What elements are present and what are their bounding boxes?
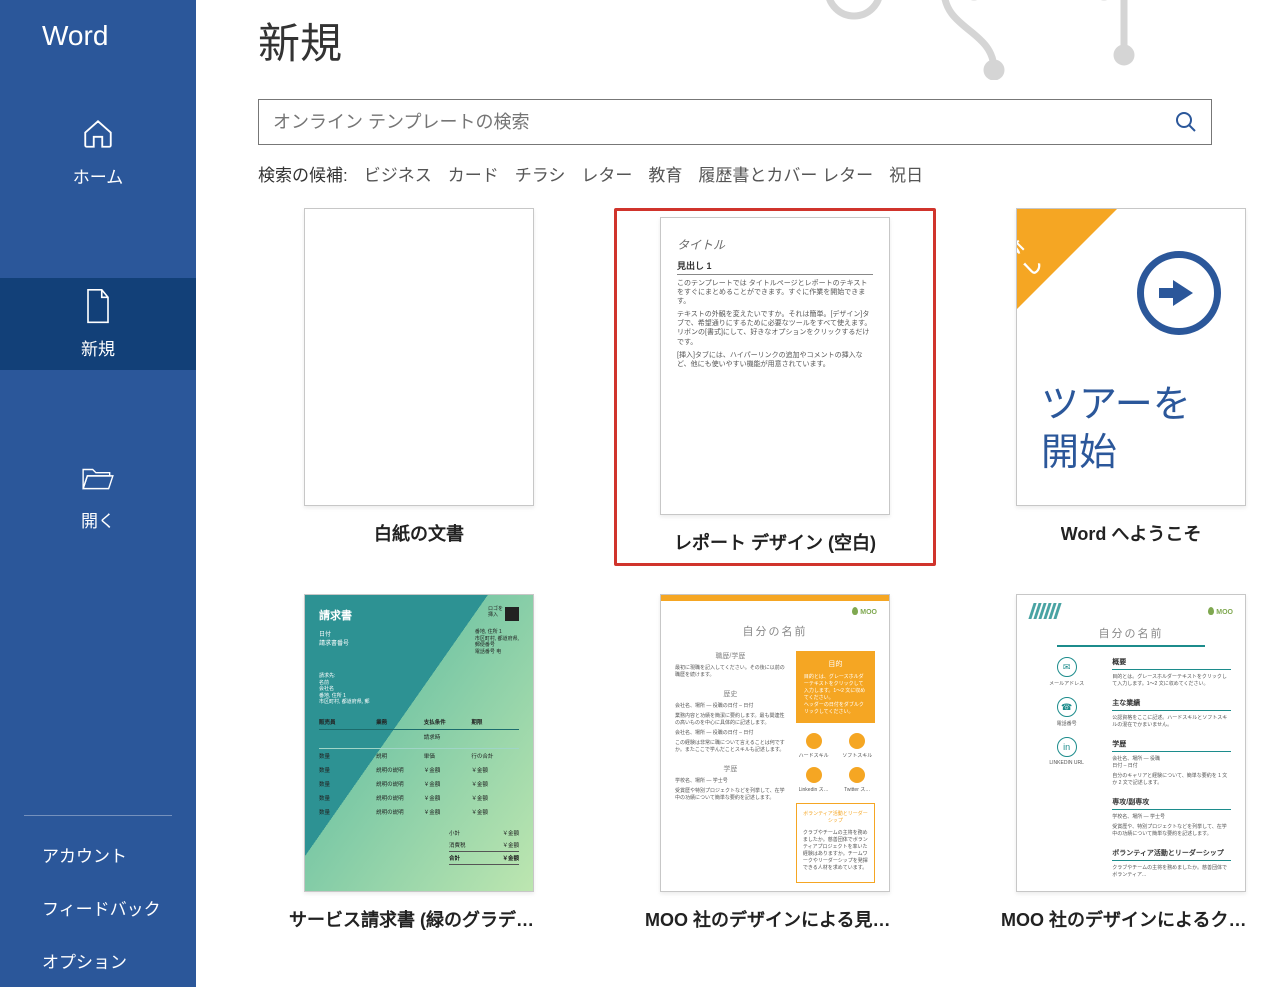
main-area: 新規 検索の候補: ビジネス カード チラシ レター 教育 履歴書とカバー レタ… bbox=[196, 0, 1274, 987]
search-box bbox=[258, 99, 1212, 145]
sidebar-account[interactable]: アカウント bbox=[0, 828, 196, 881]
sidebar-divider bbox=[24, 815, 172, 816]
sidebar-feedback[interactable]: フィードバック bbox=[0, 881, 196, 934]
sidebar: Word ホーム 新規 開く アカウント フィードバック オプション bbox=[0, 0, 196, 987]
template-moo1-caption: MOO 社のデザインによる見や… bbox=[645, 906, 905, 932]
home-icon bbox=[81, 117, 115, 151]
new-document-icon bbox=[81, 289, 115, 323]
sidebar-spacer bbox=[0, 542, 196, 815]
template-invoice-caption: サービス請求書 (緑のグラデー… bbox=[289, 906, 549, 932]
app-title: Word bbox=[0, 0, 196, 82]
suggestion-holiday[interactable]: 祝日 bbox=[889, 161, 923, 186]
template-moo-resume-1[interactable]: MOO 自分の名前 職歴/学歴最初に現職を記入してください。その後に以前の職歴を… bbox=[614, 594, 936, 932]
template-invoice[interactable]: 請求書 ロゴを挿入 番地, 住所 1 市区町村, 都道府県, 郵便番号 電話番号… bbox=[258, 594, 580, 932]
moo-logo-icon: MOO bbox=[852, 607, 877, 616]
sidebar-options[interactable]: オプション bbox=[0, 934, 196, 987]
sidebar-nav: ホーム 新規 開く bbox=[0, 82, 196, 542]
template-moo-resume-2[interactable]: MOO 自分の名前 ✉メールアドレス ☎電話番号 inLINKEDIN URL … bbox=[970, 594, 1274, 932]
report-title: タイトル bbox=[677, 236, 873, 253]
template-moo2-caption: MOO 社のデザインによるクリエ… bbox=[1001, 906, 1261, 932]
page-title: 新規 bbox=[196, 0, 1274, 99]
template-welcome[interactable]: 新しい ツアーを 開始 Word へようこそ bbox=[970, 208, 1274, 566]
mail-icon: ✉ bbox=[1057, 657, 1077, 677]
suggestion-business[interactable]: ビジネス bbox=[364, 161, 432, 186]
template-report-thumb: タイトル 見出し 1 このテンプレートでは タイトルページとレポートのテキストを… bbox=[660, 217, 890, 515]
template-moo2-thumb: MOO 自分の名前 ✉メールアドレス ☎電話番号 inLINKEDIN URL … bbox=[1016, 594, 1246, 892]
folder-open-icon bbox=[81, 461, 115, 495]
sidebar-home-label: ホーム bbox=[73, 163, 124, 188]
template-moo1-thumb: MOO 自分の名前 職歴/学歴最初に現職を記入してください。その後に以前の職歴を… bbox=[660, 594, 890, 892]
template-invoice-thumb: 請求書 ロゴを挿入 番地, 住所 1 市区町村, 都道府県, 郵便番号 電話番号… bbox=[304, 594, 534, 892]
suggestion-education[interactable]: 教育 bbox=[648, 161, 682, 186]
search-suggestions: 検索の候補: ビジネス カード チラシ レター 教育 履歴書とカバー レター 祝… bbox=[258, 161, 1212, 186]
welcome-text: ツアーを 開始 bbox=[1041, 382, 1225, 477]
sidebar-open-label: 開く bbox=[81, 507, 115, 532]
report-heading: 見出し 1 bbox=[677, 259, 873, 275]
report-body: このテンプレートでは タイトルページとレポートのテキストをすぐにまとめることがで… bbox=[677, 279, 873, 306]
template-blank-thumb bbox=[304, 208, 534, 506]
moo-logo-icon: MOO bbox=[1208, 607, 1233, 616]
suggestion-letter[interactable]: レター bbox=[581, 161, 632, 186]
template-blank-caption: 白紙の文書 bbox=[374, 520, 464, 546]
new-ribbon: 新しい bbox=[1017, 209, 1117, 309]
phone-icon: ☎ bbox=[1057, 697, 1077, 717]
sidebar-new-label: 新規 bbox=[81, 335, 115, 360]
arrow-circle-icon bbox=[1137, 251, 1221, 335]
stripe-decoration-icon bbox=[1031, 603, 1059, 619]
search-button[interactable] bbox=[1161, 100, 1211, 144]
template-blank[interactable]: 白紙の文書 bbox=[258, 208, 580, 566]
template-report[interactable]: タイトル 見出し 1 このテンプレートでは タイトルページとレポートのテキストを… bbox=[614, 208, 936, 566]
template-grid: 白紙の文書 タイトル 見出し 1 このテンプレートでは タイトルページとレポート… bbox=[196, 194, 1274, 932]
template-welcome-thumb: 新しい ツアーを 開始 bbox=[1016, 208, 1246, 506]
suggestion-flyer[interactable]: チラシ bbox=[515, 161, 566, 186]
sidebar-home[interactable]: ホーム bbox=[0, 106, 196, 198]
suggestion-label: 検索の候補: bbox=[258, 161, 348, 186]
search-icon bbox=[1174, 110, 1198, 134]
sidebar-new[interactable]: 新規 bbox=[0, 278, 196, 370]
sidebar-open[interactable]: 開く bbox=[0, 450, 196, 542]
template-welcome-caption: Word へようこそ bbox=[1061, 520, 1202, 546]
company-logo-icon bbox=[505, 607, 519, 621]
linkedin-icon: in bbox=[1057, 737, 1077, 757]
suggestion-card[interactable]: カード bbox=[448, 161, 499, 186]
template-report-caption: レポート デザイン (空白) bbox=[674, 529, 876, 555]
suggestion-resume[interactable]: 履歴書とカバー レター bbox=[698, 161, 873, 186]
search-input[interactable] bbox=[259, 112, 1161, 133]
